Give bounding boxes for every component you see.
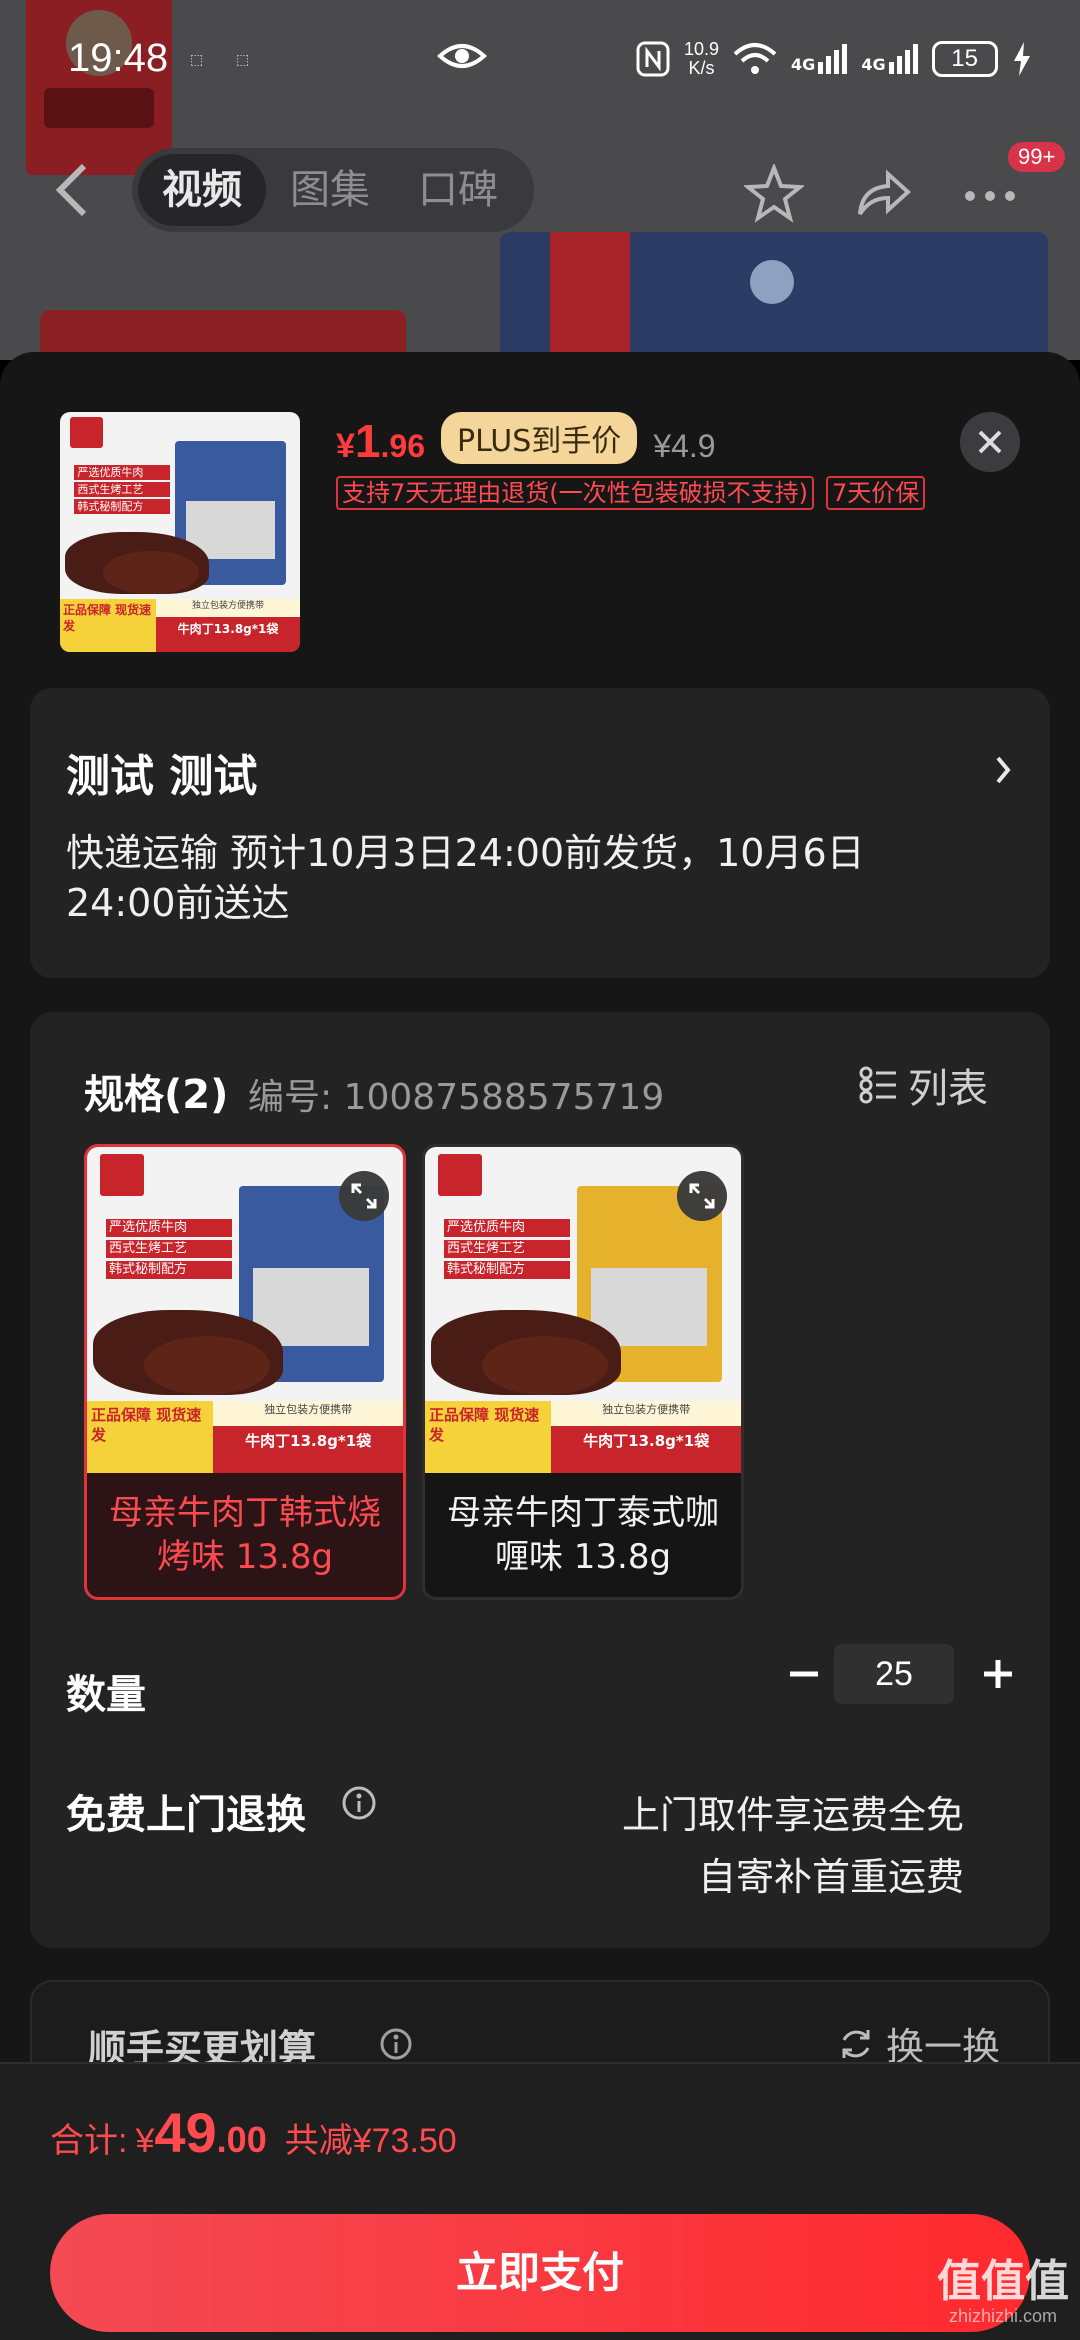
media-tabs: 视频 图集 口碑 [132, 148, 534, 232]
image-guarantee-text: 正品保障 现货速发 [60, 599, 156, 652]
image-label: 严选优质牛肉 [105, 1218, 233, 1237]
quantity-input[interactable]: 25 [834, 1644, 954, 1704]
chevron-right-icon [996, 756, 1011, 784]
nfc-icon [636, 41, 670, 77]
info-icon[interactable] [378, 2026, 414, 2062]
site-watermark: 值值值 zhizhizhi.com [937, 2256, 1069, 2327]
quantity-label: 数量 [66, 1672, 146, 1718]
tab-reviews[interactable]: 口碑 [394, 154, 522, 226]
checkout-bar: 合计: ¥ 49 .00 共减¥73.50 立即支付 [0, 2062, 1080, 2340]
price-protect-tag: 7天价保 [826, 476, 926, 510]
notification-icon: ⬚ [190, 52, 204, 68]
service-tags: 支持7天无理由退货(一次性包装破损不支持) 7天价保 [336, 476, 926, 510]
pay-now-button[interactable]: 立即支付 [50, 2214, 1030, 2332]
wifi-icon [733, 43, 777, 74]
image-label: 严选优质牛肉 [443, 1218, 571, 1237]
total-savings: 共减¥73.50 [284, 2122, 457, 2160]
variant-label: 母亲牛肉丁韩式烧烤味 13.8g [109, 1493, 381, 1577]
increase-quantity-button[interactable] [968, 1644, 1028, 1704]
free-return-label: 免费上门退换 [66, 1792, 306, 1838]
expand-icon[interactable] [339, 1171, 389, 1221]
variant-label: 母亲牛肉丁泰式咖喱味 13.8g [447, 1493, 719, 1577]
battery-indicator: 15 [931, 41, 998, 77]
status-time: 19:48 [68, 36, 169, 80]
expand-icon[interactable] [677, 1171, 727, 1221]
signal-icon: 4G [791, 44, 848, 74]
back-arrow-icon[interactable] [48, 160, 100, 220]
variant-option-thai-curry[interactable]: 严选优质牛肉 西式生烤工艺 韩式秘制配方 正品保障 现货速发 独立包装方便携带 … [422, 1144, 744, 1600]
decrease-quantity-button[interactable] [774, 1644, 834, 1704]
background-banner-image [500, 232, 1048, 360]
return-policy-tag: 支持7天无理由退货(一次性包装破损不支持) [336, 476, 814, 510]
product-code: 编号: 10087588575719 [248, 1077, 665, 1118]
variant-option-korean-bbq[interactable]: 严选优质牛肉 西式生烤工艺 韩式秘制配方 正品保障 现货速发 独立包装方便携带 … [84, 1144, 406, 1600]
close-icon[interactable] [960, 412, 1020, 472]
more-icon[interactable] [960, 164, 1020, 224]
image-guarantee-text: 正品保障 现货速发 [425, 1401, 552, 1473]
purchase-sheet: 严选优质牛肉 西式生烤工艺 韩式秘制配方 正品保障 现货速发 独立包装方便携带 … [0, 352, 1080, 2340]
list-icon [859, 1066, 896, 1104]
status-bar: 19:48 ⬚ ⬚ 10.9 K/s 4G 4G 15 [0, 20, 1080, 100]
delivery-estimate: 快递运输 预计10月3日24:00前发货，10月6日24:00前送达 [66, 831, 865, 925]
image-label: 韩式秘制配方 [74, 498, 171, 514]
spec-title: 规格(2) [84, 1072, 229, 1118]
image-size-bar: 牛肉丁13.8g*1袋 [156, 617, 300, 652]
tab-video[interactable]: 视频 [138, 154, 266, 226]
list-view-label: 列表 [908, 1066, 988, 1112]
charging-icon [1013, 42, 1030, 76]
list-view-button[interactable]: 列表 [858, 1056, 988, 1114]
image-tagline: 独立包装方便携带 [156, 599, 300, 618]
current-price: ¥1.96 [336, 415, 425, 467]
image-tagline: 独立包装方便携带 [213, 1401, 403, 1426]
price-row: ¥1.96 PLUS到手价 ¥4.9 [336, 412, 716, 470]
variant-list: 严选优质牛肉 西式生烤工艺 韩式秘制配方 正品保障 现货速发 独立包装方便携带 … [84, 1144, 744, 1600]
plus-price-badge: PLUS到手价 [441, 412, 638, 464]
network-speed: 10.9 K/s [684, 39, 720, 78]
message-count-badge: 99+ [1008, 142, 1066, 172]
image-label: 韩式秘制配方 [105, 1260, 233, 1279]
recipient-name: 测试 测试 [66, 751, 258, 802]
share-icon[interactable] [852, 164, 912, 224]
image-tagline: 独立包装方便携带 [551, 1401, 741, 1426]
spec-card: 规格(2) 编号: 10087588575719 列表 严选优质牛肉 西式生烤工… [30, 1012, 1050, 1948]
image-size-bar: 牛肉丁13.8g*1袋 [551, 1425, 741, 1473]
image-label: 韩式秘制配方 [443, 1260, 571, 1279]
image-label: 西式生烤工艺 [443, 1239, 571, 1258]
image-guarantee-text: 正品保障 现货速发 [87, 1401, 214, 1473]
image-label: 西式生烤工艺 [74, 481, 171, 497]
star-icon[interactable] [744, 164, 804, 224]
image-size-bar: 牛肉丁13.8g*1袋 [213, 1425, 403, 1473]
info-icon[interactable] [340, 1784, 378, 1822]
top-nav-bar: 视频 图集 口碑 99+ [0, 140, 1080, 240]
image-label: 严选优质牛肉 [74, 464, 171, 480]
tab-gallery[interactable]: 图集 [266, 154, 394, 226]
original-price: ¥4.9 [653, 428, 716, 464]
refresh-icon [842, 2029, 870, 2058]
signal-icon: 4G [861, 44, 918, 74]
notification-icon: ⬚ [236, 52, 250, 68]
product-thumbnail[interactable]: 严选优质牛肉 西式生烤工艺 韩式秘制配方 正品保障 现货速发 独立包装方便携带 … [60, 412, 300, 652]
eye-icon [437, 44, 487, 68]
image-label: 西式生烤工艺 [105, 1239, 233, 1258]
return-shipping-info: 上门取件享运费全免 自寄补首重运费 [621, 1793, 964, 1899]
address-card[interactable]: 测试 测试 快递运输 预计10月3日24:00前发货，10月6日24:00前送达 [30, 688, 1050, 978]
total-price: 合计: ¥ 49 .00 共减¥73.50 [50, 2101, 457, 2164]
